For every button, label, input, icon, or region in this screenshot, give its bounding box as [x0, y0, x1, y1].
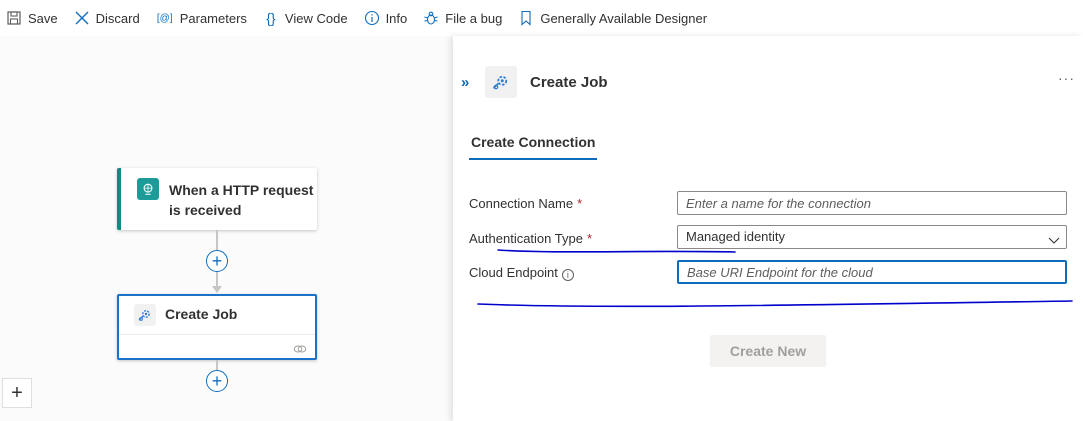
connector-line [216, 360, 218, 370]
more-options-button[interactable]: ··· [1058, 70, 1075, 86]
save-label: Save [28, 10, 58, 26]
collapse-panel-button[interactable]: » [461, 74, 469, 91]
panel-header: » Create Job ··· [453, 66, 1083, 102]
add-step-button[interactable]: + [206, 250, 228, 272]
zoom-in-icon: + [11, 381, 23, 404]
panel-title: Create Job [530, 74, 608, 91]
connector-line [216, 272, 218, 286]
required-marker: * [586, 231, 593, 246]
chevron-down-icon [1048, 231, 1060, 244]
designer-toggle-label: Generally Available Designer [540, 10, 708, 26]
info-label: Info [385, 10, 408, 26]
info-icon[interactable]: i [561, 269, 574, 281]
job-gear-icon [485, 66, 517, 98]
authentication-type-value: Managed identity [686, 229, 786, 244]
http-request-icon [137, 178, 159, 200]
action-card-create-job[interactable]: Create Job [117, 294, 317, 360]
parameters-icon: [@] [156, 12, 173, 24]
braces-icon: {} [266, 10, 276, 26]
required-marker: * [577, 196, 583, 211]
link-icon [293, 342, 307, 354]
connection-name-text: Connection Name [469, 196, 574, 211]
file-a-bug-label: File a bug [445, 10, 503, 26]
connection-name-input[interactable] [677, 191, 1067, 215]
info-icon [364, 10, 380, 26]
file-a-bug-button[interactable]: File a bug [423, 0, 502, 36]
action-details-panel: » Create Job ··· Create Connection Conne… [453, 36, 1083, 421]
cloud-endpoint-label: Cloud Endpoint i [469, 265, 574, 281]
view-code-label: View Code [284, 10, 348, 26]
trigger-card-http-request[interactable]: When a HTTP request is received [117, 168, 317, 230]
bug-icon [423, 10, 439, 26]
discard-button[interactable]: Discard [74, 0, 140, 36]
cloud-endpoint-text: Cloud Endpoint [469, 265, 558, 280]
authentication-type-text: Authentication Type [469, 231, 583, 246]
connection-name-label: Connection Name * [469, 196, 582, 211]
close-icon [74, 10, 90, 26]
authentication-type-dropdown[interactable]: Managed identity [677, 225, 1067, 249]
plus-icon: + [211, 251, 223, 271]
cloud-endpoint-input[interactable] [677, 260, 1067, 284]
save-button[interactable]: Save [6, 0, 58, 36]
parameters-label: Parameters [179, 10, 247, 26]
parameters-button[interactable]: [@] Parameters [156, 0, 247, 36]
view-code-button[interactable]: {} View Code [263, 0, 348, 36]
zoom-in-button[interactable]: + [2, 378, 32, 408]
save-icon [6, 10, 22, 26]
create-new-button[interactable]: Create New [710, 335, 826, 367]
add-step-button[interactable]: + [206, 370, 228, 392]
info-button[interactable]: Info [364, 0, 408, 36]
trigger-card-title: When a HTTP request is received [169, 182, 314, 218]
tab-create-connection[interactable]: Create Connection [469, 134, 598, 160]
authentication-type-label: Authentication Type * [469, 231, 592, 246]
discard-label: Discard [95, 10, 140, 26]
designer-toggle-button[interactable]: Generally Available Designer [518, 0, 707, 36]
toolbar: Save Discard [@] Parameters {} View Code… [0, 0, 1083, 36]
designer-canvas[interactable]: When a HTTP request is received + Create… [0, 36, 453, 421]
bookmark-icon [518, 10, 534, 26]
card-divider [119, 334, 315, 335]
job-gear-icon [134, 304, 156, 326]
plus-icon: + [211, 371, 223, 391]
action-card-title: Create Job [165, 306, 238, 322]
connector-line [216, 230, 218, 250]
connector-arrow-icon [212, 286, 222, 293]
